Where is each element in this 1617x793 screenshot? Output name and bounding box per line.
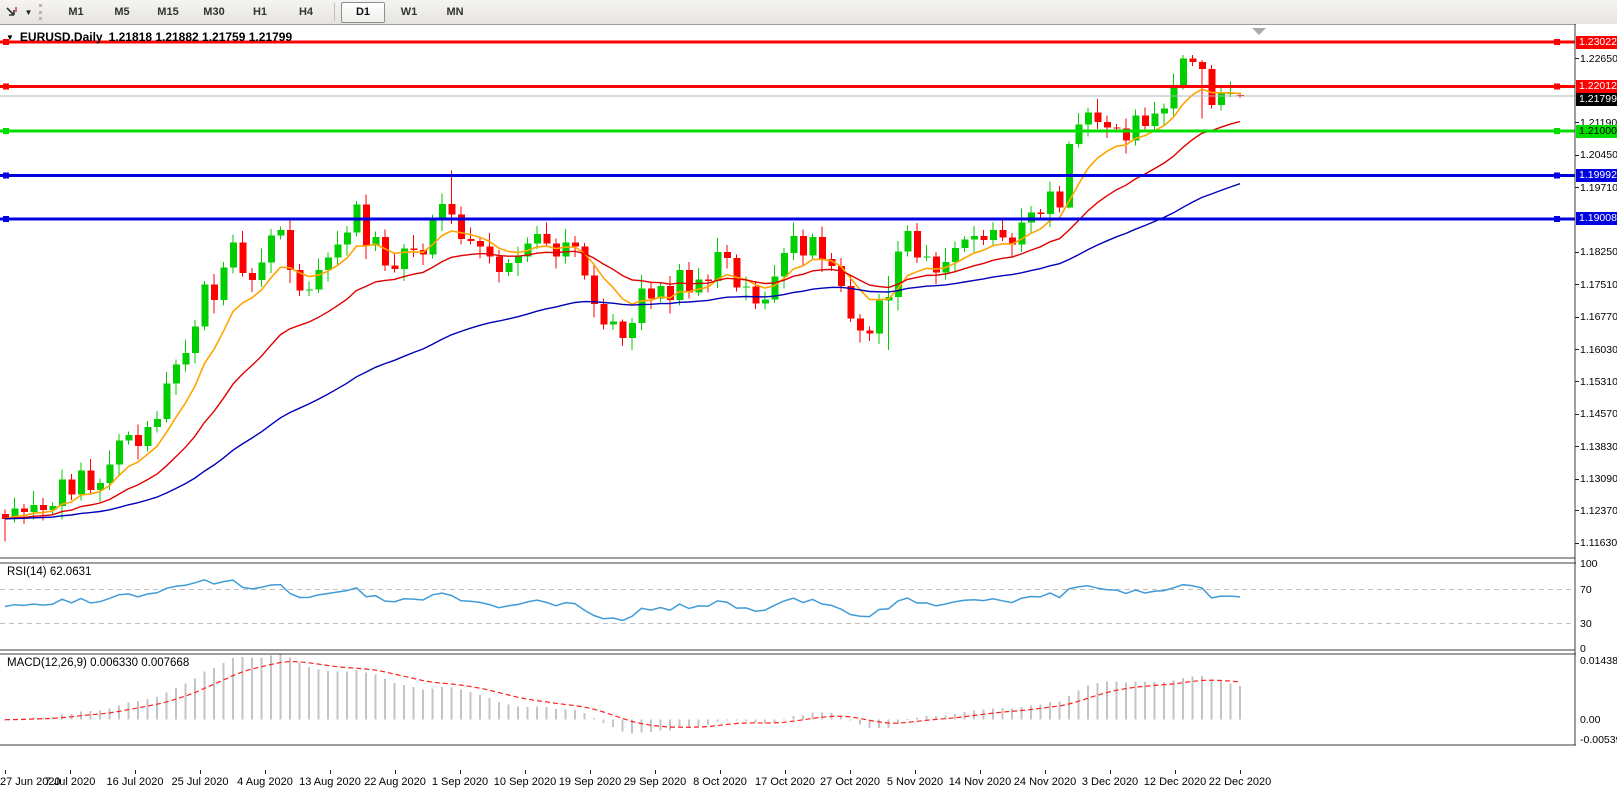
price-tick-label: 1.11630	[1580, 537, 1617, 550]
date-tick-mark	[5, 770, 6, 774]
chart-tool-icon[interactable]	[2, 3, 22, 21]
date-tick-label: 25 Jul 2020	[171, 776, 229, 788]
date-tick-mark	[395, 770, 396, 774]
timeframe-button-m1[interactable]: M1	[54, 2, 98, 23]
toolbar-separator	[334, 3, 335, 21]
date-tick-label: 8 Oct 2020	[693, 776, 747, 788]
rsi-scale-label: 30	[1580, 617, 1592, 630]
macd-scale-label: 0.014384	[1580, 655, 1617, 667]
price-axis[interactable]: 1.22650 1.21190 1.20450 1.19710 1.18250 1.175…	[1575, 24, 1617, 746]
price-tick-label: 1.12370	[1580, 504, 1617, 517]
date-tick-label: 12 Dec 2020	[1143, 776, 1207, 788]
date-tick-label: 22 Aug 2020	[364, 776, 426, 788]
price-tick-label: 1.17510	[1580, 278, 1617, 291]
date-tick-mark	[460, 770, 461, 774]
date-tick-label: 3 Dec 2020	[1081, 776, 1139, 788]
rsi-scale-label: 100	[1580, 558, 1598, 570]
date-tick-label: 16 Jul 2020	[106, 776, 164, 788]
symbol-caret-icon: ▼	[6, 32, 14, 42]
date-tick-mark	[1240, 770, 1241, 774]
chart-canvas[interactable]	[0, 24, 1617, 746]
price-tick-label: 1.13830	[1580, 440, 1617, 453]
date-tick-mark	[265, 770, 266, 774]
price-tick-label: 1.19710	[1580, 181, 1617, 194]
price-tick-label: 1.14570	[1580, 408, 1617, 421]
timeframe-buttons: M1 M5 M15 M30 H1 H4 D1 W1 MN	[53, 0, 478, 24]
date-tick-mark	[785, 770, 786, 774]
chart-symbol-label: EURUSD,Daily	[19, 30, 103, 44]
price-tick-label: 1.22650	[1580, 52, 1617, 65]
timeframe-button-mn[interactable]: MN	[433, 2, 477, 23]
timeframe-button-w1[interactable]: W1	[387, 2, 431, 23]
toolbar-grip[interactable]	[39, 4, 47, 20]
date-tick-mark	[655, 770, 656, 774]
hline-price-badge: 1.22012	[1576, 80, 1617, 94]
date-tick-mark	[915, 770, 916, 774]
date-tick-mark	[1110, 770, 1111, 774]
macd-indicator-label: MACD(12,26,9) 0.006330 0.007668	[7, 657, 190, 669]
date-tick-mark	[1175, 770, 1176, 774]
macd-scale-label: -0.00539	[1580, 734, 1617, 746]
timeframe-button-h4[interactable]: H4	[284, 2, 328, 23]
date-tick-label: 5 Nov 2020	[886, 776, 944, 788]
toolbar: ▼ M1 M5 M15 M30 H1 H4 D1 W1 MN	[0, 0, 1617, 25]
date-tick-mark	[980, 770, 981, 774]
price-tick-label: 1.13090	[1580, 473, 1617, 486]
price-tick-label: 1.20450	[1580, 149, 1617, 162]
arrow-tool-glyph	[6, 7, 17, 16]
date-tick-label: 14 Nov 2020	[948, 776, 1012, 788]
date-axis[interactable]: 27 Jun 2020 7 Jul 2020 16 Jul 2020 25 Jul 2…	[0, 770, 1617, 793]
date-tick-mark	[70, 770, 71, 774]
date-tick-mark	[135, 770, 136, 774]
price-tick-label: 1.16030	[1580, 343, 1617, 356]
rsi-indicator-label: RSI(14) 62.0631	[7, 566, 92, 578]
timeframe-button-m5[interactable]: M5	[100, 2, 144, 23]
timeframe-button-h1[interactable]: H1	[238, 2, 282, 23]
price-tick-label: 1.18250	[1580, 246, 1617, 259]
chart-title: ▼ EURUSD,Daily 1.21818 1.21882 1.21759 1…	[6, 30, 292, 44]
date-tick-label: 17 Oct 2020	[755, 776, 815, 788]
date-tick-label: 22 Dec 2020	[1208, 776, 1272, 788]
date-tick-label: 1 Sep 2020	[431, 776, 489, 788]
timeframe-button-m30[interactable]: M30	[192, 2, 236, 23]
date-tick-label: 29 Sep 2020	[623, 776, 687, 788]
dropdown-caret-icon[interactable]: ▼	[22, 3, 35, 21]
rsi-scale-label: 0	[1580, 643, 1586, 655]
date-tick-label: 27 Oct 2020	[820, 776, 880, 788]
mt4-window: ▼ M1 M5 M15 M30 H1 H4 D1 W1 MN ▼ EURUSD,Daily 1.…	[0, 0, 1617, 793]
date-tick-mark	[200, 770, 201, 774]
chart-window: ▼ EURUSD,Daily 1.21818 1.21882 1.21759 1…	[0, 24, 1617, 793]
date-tick-label: 4 Aug 2020	[237, 776, 293, 788]
date-tick-mark	[1045, 770, 1046, 774]
date-tick-label: 19 Sep 2020	[558, 776, 622, 788]
date-tick-label: 24 Nov 2020	[1013, 776, 1077, 788]
date-tick-label: 7 Jul 2020	[44, 776, 96, 788]
date-tick-mark	[590, 770, 591, 774]
hline-price-badge: 1.19008	[1576, 212, 1617, 226]
date-tick-label: 13 Aug 2020	[299, 776, 361, 788]
rsi-scale-label: 70	[1580, 583, 1592, 596]
hline-price-badge: 1.23022	[1576, 35, 1617, 49]
macd-scale-label: 0.00	[1580, 713, 1601, 726]
date-tick-mark	[720, 770, 721, 774]
price-tick-label: 1.15310	[1580, 375, 1617, 388]
hline-price-badge: 1.19992	[1576, 169, 1617, 183]
timeframe-button-d1[interactable]: D1	[341, 1, 385, 23]
price-tick-label: 1.16770	[1580, 311, 1617, 324]
date-tick-mark	[850, 770, 851, 774]
timeframe-button-m15[interactable]: M15	[146, 2, 190, 23]
date-tick-mark	[525, 770, 526, 774]
date-tick-label: 10 Sep 2020	[493, 776, 557, 788]
chart-ohlc-values: 1.21818 1.21882 1.21759 1.21799	[108, 30, 293, 44]
current-price-badge: 1.21799	[1576, 92, 1617, 106]
date-tick-mark	[330, 770, 331, 774]
hline-price-badge: 1.21000	[1576, 124, 1617, 138]
